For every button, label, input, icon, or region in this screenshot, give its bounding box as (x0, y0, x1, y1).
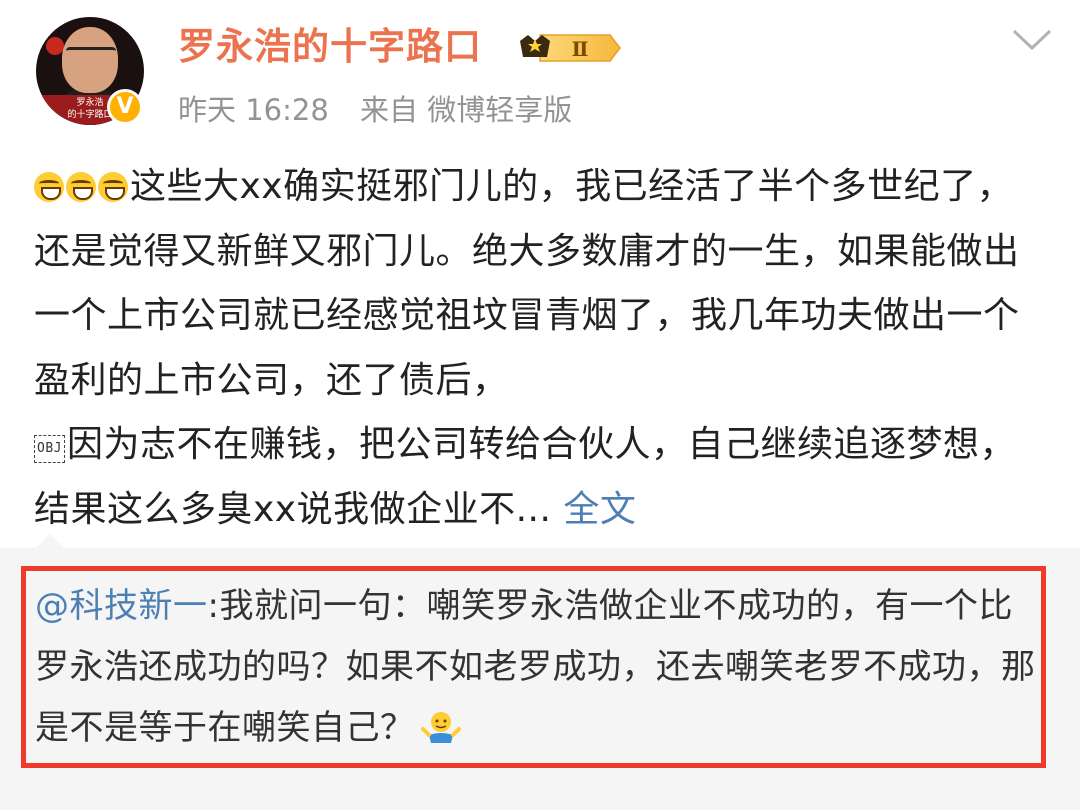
author-name[interactable]: 罗永浩的十字路口 (178, 22, 482, 72)
post-text-part2: 因为志不在赚钱，把公司转给合伙人，自己继续追逐梦想，结果这么多臭xx说我做企业不… (34, 424, 1016, 530)
chevron-down-icon[interactable] (1012, 28, 1052, 52)
avatar-glasses (66, 47, 116, 64)
laugh-emoji-icon (66, 172, 96, 202)
post-source[interactable]: 来自 微博轻享版 (360, 93, 572, 127)
post-meta: 昨天 16:28 来自 微博轻享版 (178, 88, 594, 132)
avatar-logo-icon (46, 37, 64, 55)
shrug-emoji-icon (420, 712, 461, 743)
post-text-part1: 这些大xx确实挺邪门儿的，我已经活了半个多世纪了，还是觉得又新鲜又邪门儿。绝大多… (34, 166, 1020, 401)
verified-badge-icon: V (107, 89, 143, 125)
vip-crown-badge-icon[interactable]: Ⅱ (518, 31, 622, 65)
laugh-emoji-icon (98, 172, 128, 202)
obj-placeholder-icon: OBJ (34, 435, 65, 463)
post-body: 这些大xx确实挺邪门儿的，我已经活了半个多世纪了，还是觉得又新鲜又邪门儿。绝大多… (34, 155, 1044, 542)
vip-level-text: Ⅱ (572, 37, 589, 61)
retweet-notch (36, 534, 64, 548)
retweet-content: @科技新一:我就问一句：嘲笑罗永浩做企业不成功的，有一个比罗永浩还成功的吗？如果… (35, 576, 1045, 759)
full-text-link[interactable]: 全文 (563, 489, 636, 530)
weibo-post: 罗永浩 的十字路口 V 罗永浩的十字路口 Ⅱ 昨天 16:28 来自 微博轻享版… (0, 0, 1080, 810)
laugh-emoji-icon (34, 172, 64, 202)
mention-link[interactable]: @科技新一 (35, 586, 208, 626)
post-time: 昨天 16:28 (178, 93, 329, 127)
